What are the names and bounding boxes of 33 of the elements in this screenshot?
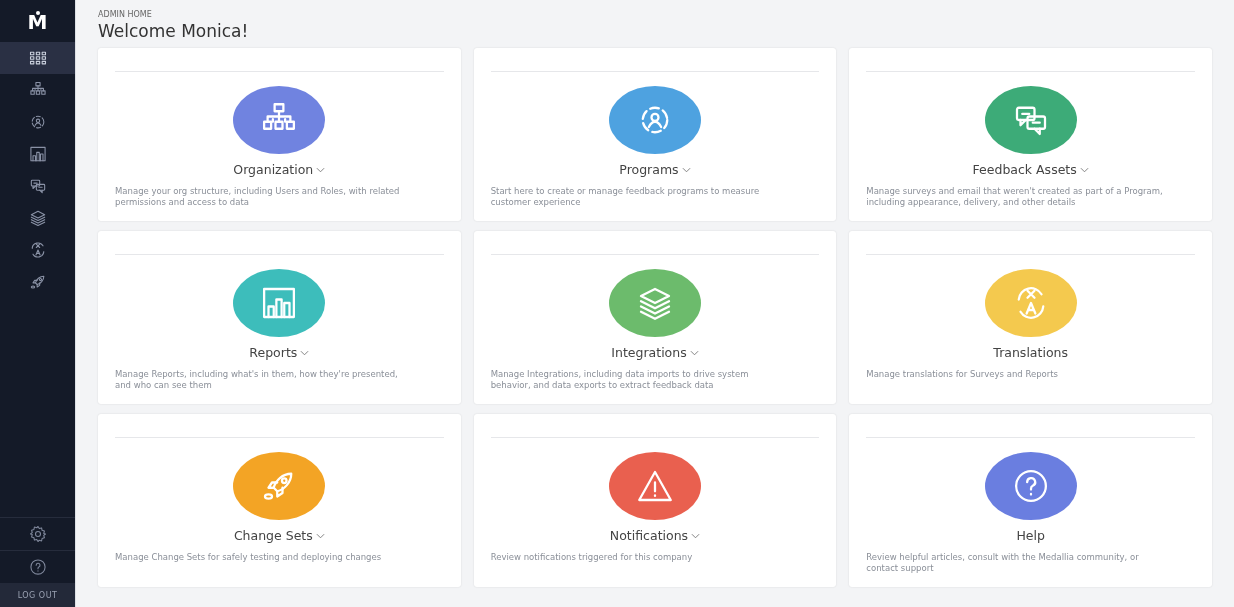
card-title[interactable]: Reports xyxy=(249,345,310,360)
card-description: Manage surveys and email that weren't created as part of a Program, including appearance, delivery, and other details xyxy=(866,186,1164,208)
card-title[interactable]: Integrations xyxy=(611,345,699,360)
card-title[interactable]: Translations xyxy=(993,345,1068,360)
card-title[interactable]: Feedback Assets xyxy=(972,162,1089,177)
card-description: Manage Reports, including what's in them, how they're presented, and who can see them xyxy=(115,369,399,391)
card-description: Manage translations for Surveys and Reports xyxy=(866,369,1059,380)
card-description: Review helpful articles, consult with the Medallia community, or contact support xyxy=(866,552,1140,574)
chevron-icon xyxy=(1079,166,1089,173)
settings-icon xyxy=(27,524,48,544)
card-description: Start here to create or manage feedback programs to measure customer experience xyxy=(490,186,761,208)
card-description: Manage your org structure, including Users and Roles, with related permissions and access to data xyxy=(115,186,401,208)
help-icon xyxy=(27,557,48,577)
card-title[interactable]: Notifications xyxy=(609,528,701,543)
logout-button[interactable]: LOG OUT xyxy=(0,583,75,607)
card-description: Review notifications triggered for this company xyxy=(490,552,694,563)
card-title[interactable]: Help xyxy=(1016,528,1045,543)
page-title: Welcome Monica! xyxy=(98,21,250,41)
logo[interactable]: M xyxy=(27,11,48,32)
card-description: Manage Change Sets for safely testing and deploying changes xyxy=(115,552,383,563)
chevron-icon xyxy=(681,166,691,173)
card-title[interactable]: Change Sets xyxy=(233,528,325,543)
chevron-icon xyxy=(315,532,325,539)
card-description: Manage Integrations, including data imports to drive system behavior, and data exports to extract feedback data xyxy=(490,369,750,391)
chevron-icon xyxy=(316,166,326,173)
sidebar-item[interactable] xyxy=(0,42,75,74)
chevron-icon xyxy=(691,532,701,539)
chevron-icon xyxy=(300,349,310,356)
bar-chart-icon xyxy=(27,144,48,164)
chevron-icon xyxy=(689,349,699,356)
card-title[interactable]: Programs xyxy=(619,162,691,177)
breadcrumb: ADMIN HOME xyxy=(98,10,153,19)
card-title[interactable]: Organization xyxy=(233,162,326,177)
